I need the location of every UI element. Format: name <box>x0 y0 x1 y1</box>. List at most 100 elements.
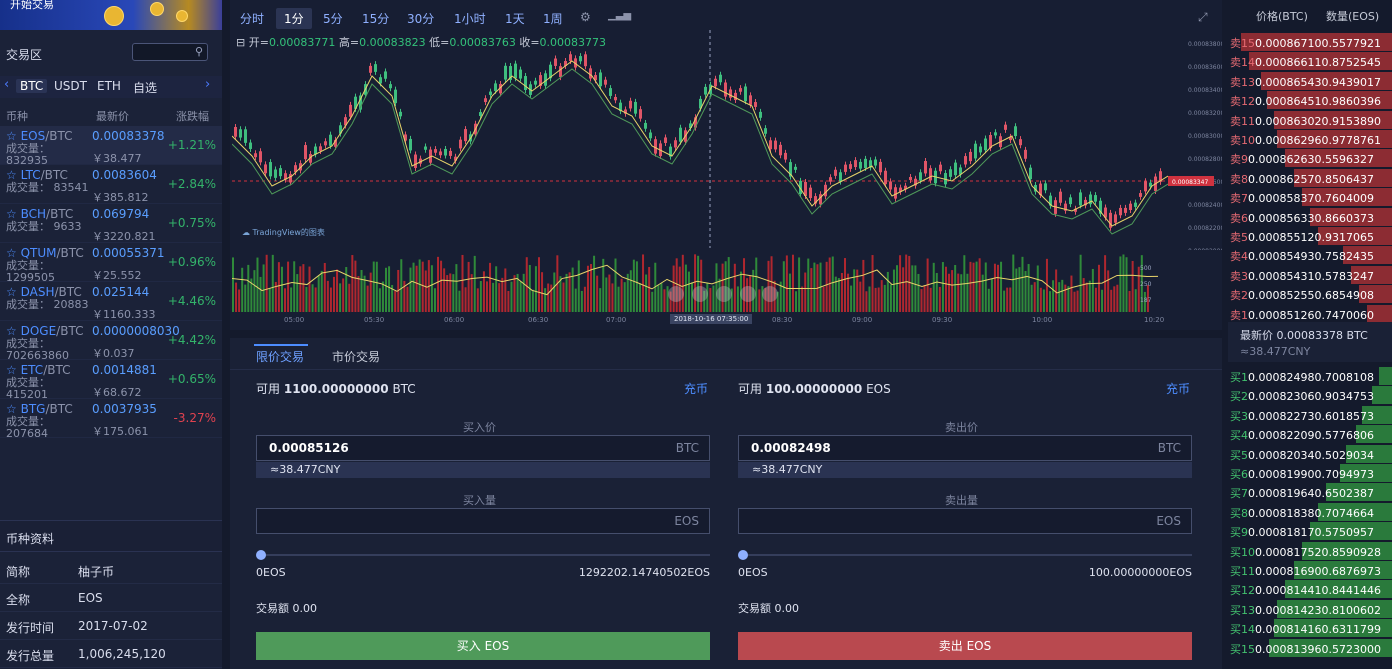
sell-amount-input[interactable]: EOS <box>738 508 1192 534</box>
indicators-icon[interactable]: ▁▃▅ <box>608 10 631 21</box>
ma-line <box>232 68 1168 235</box>
bid-row[interactable]: 买40.000822090.5776806 <box>1228 425 1392 444</box>
tf-30m[interactable]: 30分 <box>407 10 434 27</box>
star-icon[interactable]: ☆ <box>6 402 17 416</box>
market-row[interactable]: ☆ BTG/BTC 0.0037935 成交量： 207684 ￥175.061 -3.2… <box>0 399 222 440</box>
ask-row[interactable]: 卖140.000866110.8752545 <box>1228 52 1392 71</box>
tab-eth[interactable]: ETH <box>97 79 121 93</box>
order-text: 买60.000819900.7094973 <box>1230 468 1374 481</box>
ask-row[interactable]: 卖110.000863020.9153890 <box>1228 110 1392 130</box>
ask-row[interactable]: 卖30.000854310.5783247 <box>1228 265 1392 285</box>
order-text: 买140.000814160.6311799 <box>1230 623 1381 637</box>
bid-row[interactable]: 买50.000820340.5029034 <box>1228 444 1392 464</box>
buy-amount-input[interactable]: EOS <box>256 508 710 534</box>
market-row[interactable]: ☆ BCH/BTC 0.069794 成交量： 9633 ￥3220.821 +0.75… <box>0 204 222 243</box>
bid-row[interactable]: 买80.000818380.7074664 <box>1228 502 1392 522</box>
col-price[interactable]: 最新价 <box>96 108 129 124</box>
tf-realtime[interactable]: 分时 <box>240 10 264 27</box>
tf-1h[interactable]: 1小时 <box>454 10 486 27</box>
market-row[interactable]: ☆ EOS/BTC 0.00083378 成交量： 832935 ￥38.477 +1.2… <box>0 126 222 167</box>
carousel-dot[interactable] <box>762 286 778 302</box>
ask-row[interactable]: 卖70.000858370.7604009 <box>1228 188 1392 207</box>
fullscreen-icon[interactable]: ⤢ <box>1198 10 1208 25</box>
star-icon[interactable]: ☆ <box>6 324 17 338</box>
ask-row[interactable]: 卖150.000867100.5577921 <box>1228 33 1392 52</box>
tf-5m[interactable]: 5分 <box>323 10 343 27</box>
chevron-left-icon[interactable]: ‹ <box>4 77 9 92</box>
promo-banner[interactable]: 开始交易 <box>0 0 222 30</box>
tab-favorites[interactable]: 自选 <box>133 79 157 96</box>
sell-price-input[interactable]: 0.00082498 BTC <box>738 435 1192 461</box>
col-change[interactable]: 涨跌幅 <box>176 108 209 124</box>
market-row-price: 0.0000008030 <box>92 324 180 338</box>
star-icon[interactable]: ☆ <box>6 363 17 377</box>
buy-recharge-link[interactable]: 充币 <box>684 380 708 397</box>
tf-15m[interactable]: 15分 <box>362 10 389 27</box>
volume-chart[interactable]: 500 250 187 <box>232 252 1158 312</box>
bid-row[interactable]: 买30.000822730.6018573 <box>1228 405 1392 425</box>
tab-market-order[interactable]: 市价交易 <box>332 348 380 365</box>
tf-1w[interactable]: 1周 <box>543 10 563 27</box>
bid-row[interactable]: 买100.000817520.8590928 <box>1228 541 1392 561</box>
star-icon[interactable]: ☆ <box>6 129 17 143</box>
buy-button[interactable]: 买入 EOS <box>256 632 710 660</box>
ask-row[interactable]: 卖120.000864510.9860396 <box>1228 91 1392 110</box>
price-tick: 0.00082800 <box>1188 156 1222 163</box>
ask-row[interactable]: 卖100.000862960.9778761 <box>1228 130 1392 149</box>
price-axis[interactable]: 0.00083800 0.00083600 0.00083400 0.00083200… <box>1168 30 1222 250</box>
carousel-dot[interactable] <box>740 286 756 302</box>
sell-recharge-link[interactable]: 充币 <box>1166 380 1190 397</box>
buy-amount-slider[interactable] <box>256 550 710 560</box>
sell-amount-slider[interactable] <box>738 550 1192 560</box>
ask-row[interactable]: 卖90.000862630.5596327 <box>1228 149 1392 168</box>
bid-row[interactable]: 买60.000819900.7094973 <box>1228 464 1392 483</box>
slider-handle[interactable] <box>738 550 748 560</box>
settings-icon[interactable]: ⚙ <box>580 10 591 24</box>
buy-price-input[interactable]: 0.00085126 BTC <box>256 435 710 461</box>
bid-row[interactable]: 买140.000814160.6311799 <box>1228 619 1392 638</box>
bid-row[interactable]: 买70.000819640.6502387 <box>1228 483 1392 502</box>
tf-1d[interactable]: 1天 <box>505 10 525 27</box>
candlestick-chart[interactable] <box>232 30 1168 248</box>
ask-row[interactable]: 卖60.000856330.8660373 <box>1228 207 1392 227</box>
col-coin[interactable]: 币种 <box>6 108 28 124</box>
carousel-dot[interactable] <box>668 286 684 302</box>
carousel-dot[interactable] <box>692 286 708 302</box>
star-icon[interactable]: ☆ <box>6 168 17 182</box>
market-row[interactable]: ☆ DOGE/BTC 0.0000008030 成交量： 702663860 ￥0.03… <box>0 321 222 362</box>
volume-bar <box>978 258 981 312</box>
slider-handle[interactable] <box>256 550 266 560</box>
bid-row[interactable]: 买90.000818170.5750957 <box>1228 522 1392 541</box>
ask-row[interactable]: 卖80.000862570.8506437 <box>1228 168 1392 188</box>
tab-usdt[interactable]: USDT <box>54 79 87 93</box>
volume-bar <box>244 284 247 312</box>
bid-row[interactable]: 买120.000814410.8441446 <box>1228 580 1392 599</box>
bid-row[interactable]: 买150.000813960.5723000 <box>1228 638 1392 658</box>
tab-limit-order[interactable]: 限价交易 <box>256 348 304 365</box>
star-icon[interactable]: ☆ <box>6 246 17 260</box>
bid-row[interactable]: 买130.000814230.8100602 <box>1228 599 1392 619</box>
ask-row[interactable]: 卖40.000854930.7582435 <box>1228 246 1392 265</box>
chevron-right-icon[interactable]: › <box>205 77 210 92</box>
market-row[interactable]: ☆ QTUM/BTC 0.00055371 成交量： 1299505 ￥25.552 +0… <box>0 243 222 284</box>
carousel-dot[interactable] <box>716 286 732 302</box>
ask-row[interactable]: 卖20.000852550.6854908 <box>1228 285 1392 304</box>
ask-row[interactable]: 卖50.000855120.9317065 <box>1228 227 1392 246</box>
bid-row[interactable]: 买10.000824980.7008108 <box>1228 367 1392 386</box>
market-row[interactable]: ☆ LTC/BTC 0.0083604 成交量： 83541 ￥385.812 +2.8… <box>0 165 222 204</box>
market-search-input[interactable]: ⚲ <box>132 43 208 61</box>
bid-row[interactable]: 买20.000823060.9034753 <box>1228 386 1392 405</box>
star-icon[interactable]: ☆ <box>6 207 17 221</box>
market-row[interactable]: ☆ ETC/BTC 0.0014881 成交量： 415201 ￥68.672 +0.65… <box>0 360 222 401</box>
bid-row[interactable]: 买110.000816900.6876973 <box>1228 561 1392 580</box>
ask-row[interactable]: 卖10.000851260.7470060 <box>1228 304 1392 324</box>
candle <box>374 64 377 72</box>
tab-btc[interactable]: BTC <box>16 79 48 93</box>
candle <box>324 141 327 146</box>
tf-1m[interactable]: 1分 <box>276 8 312 29</box>
ask-row[interactable]: 卖130.000865430.9439017 <box>1228 71 1392 91</box>
sell-button[interactable]: 卖出 EOS <box>738 632 1192 660</box>
market-row[interactable]: ☆ DASH/BTC 0.025144 成交量： 20883 ￥1160.333 +4.… <box>0 282 222 321</box>
star-icon[interactable]: ☆ <box>6 285 17 299</box>
candle <box>1004 124 1007 130</box>
